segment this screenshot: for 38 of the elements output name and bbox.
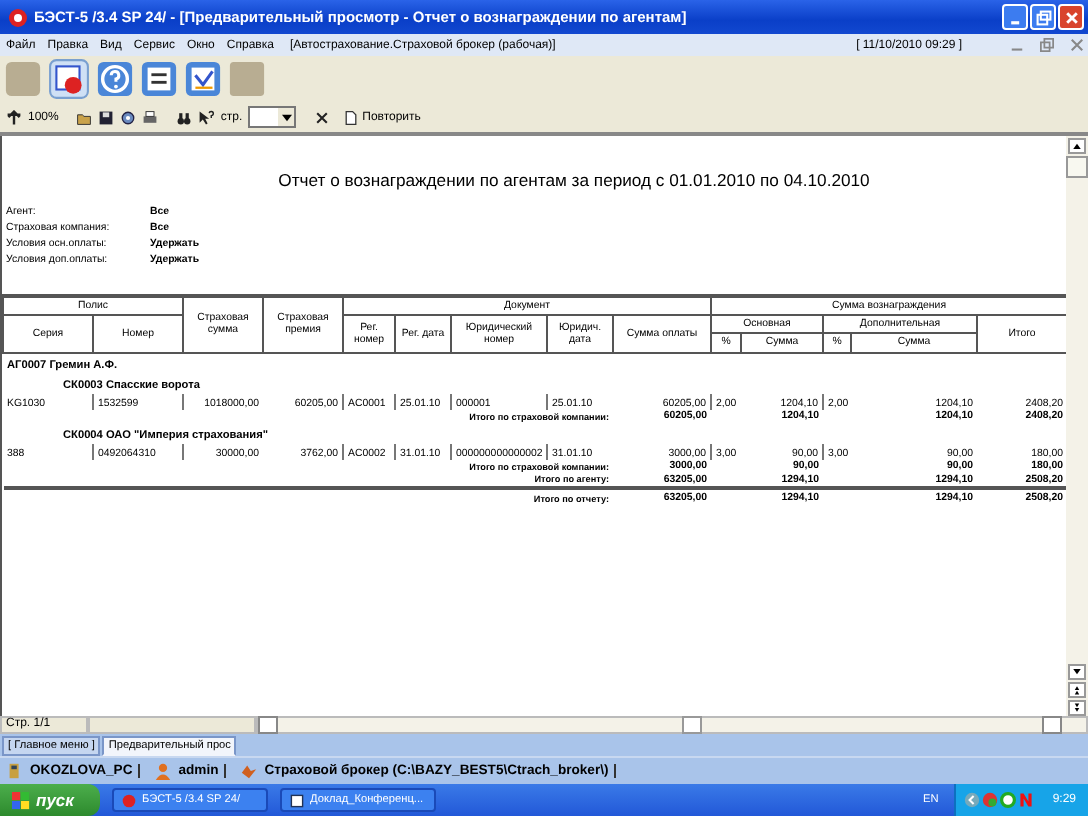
save-icon[interactable]	[98, 109, 115, 125]
tray-arrow-icon[interactable]	[964, 792, 981, 808]
start-button[interactable]: пуск	[0, 784, 100, 816]
document-icon	[344, 109, 359, 125]
printer-icon[interactable]	[142, 109, 159, 125]
mdi-restore-icon[interactable]	[1040, 38, 1054, 52]
windows-flag-icon	[12, 791, 30, 809]
scroll-down-icon[interactable]	[1068, 664, 1086, 680]
next-page-icon[interactable]	[1068, 700, 1086, 716]
scroll-thumb[interactable]	[1066, 156, 1088, 178]
restore-icon	[1035, 9, 1051, 25]
previous-page-icon[interactable]	[1068, 682, 1086, 698]
vertical-scrollbar[interactable]	[1066, 136, 1088, 716]
minimize-button[interactable]	[1002, 4, 1028, 30]
page-select[interactable]	[248, 106, 297, 128]
horizontal-scrollbar[interactable]	[256, 716, 1088, 734]
restore-button[interactable]	[1030, 4, 1056, 30]
close-icon	[1063, 9, 1079, 25]
close-icon[interactable]	[314, 109, 331, 125]
chart-window-icon[interactable]	[184, 60, 222, 98]
folder-icon[interactable]	[76, 109, 93, 125]
dropdown-arrow-icon	[281, 113, 292, 121]
app-icon	[8, 7, 28, 27]
document-icon	[290, 793, 304, 807]
user-icon	[154, 762, 173, 780]
report-title: Отчет о вознаграждении по агентам за период с 01.01.2010 по 04.10.2010	[276, 170, 872, 190]
close-button[interactable]	[1058, 4, 1084, 30]
app-icon	[122, 793, 136, 807]
scroll-up-icon[interactable]	[1068, 138, 1086, 154]
report-tool-icon[interactable]	[48, 58, 90, 100]
arrow-up-icon[interactable]	[6, 109, 22, 125]
computer-icon	[6, 762, 24, 780]
mdi-close-icon[interactable]	[1070, 38, 1084, 52]
list-window-icon[interactable]	[140, 60, 178, 98]
help-cursor-icon[interactable]	[198, 109, 215, 125]
help-icon[interactable]	[96, 60, 134, 98]
tray-ring-icon[interactable]	[1000, 792, 1017, 808]
binoculars-icon[interactable]	[176, 109, 193, 125]
